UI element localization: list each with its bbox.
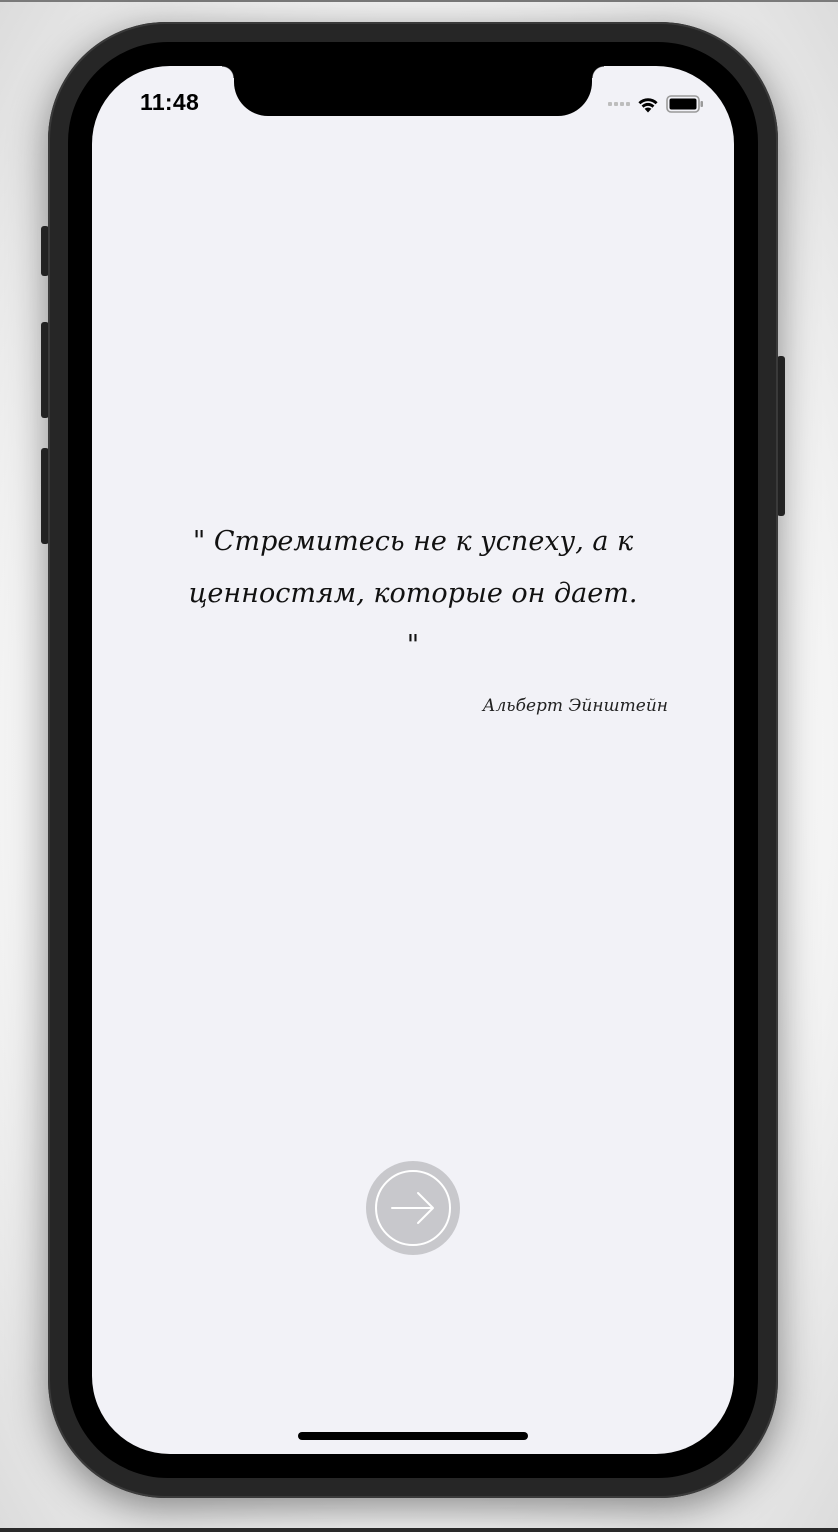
wifi-icon (638, 98, 658, 113)
next-button[interactable] (366, 1161, 460, 1255)
notch (222, 66, 604, 116)
signal-dots-icon (608, 102, 630, 106)
status-time: 11:48 (140, 89, 200, 115)
top-border (0, 0, 838, 2)
bottom-border (0, 1528, 838, 1532)
quote-text: " Стремитесь не к успеху, а к ценностям,… (188, 526, 638, 661)
power-button (777, 356, 785, 516)
phone-bezel: 11:48 " Стремитесь не к успеху, а к ценн… (68, 42, 758, 1478)
status-icons (608, 94, 704, 114)
arrow-right-icon (375, 1170, 451, 1246)
home-indicator[interactable] (298, 1432, 528, 1440)
app-screen: 11:48 " Стремитесь не к успеху, а к ценн… (92, 66, 734, 1454)
battery-icon (666, 95, 703, 113)
phone-frame: 11:48 " Стремитесь не к успеху, а к ценн… (48, 22, 778, 1498)
quote-author: Альберт Эйнштейн (482, 696, 668, 716)
